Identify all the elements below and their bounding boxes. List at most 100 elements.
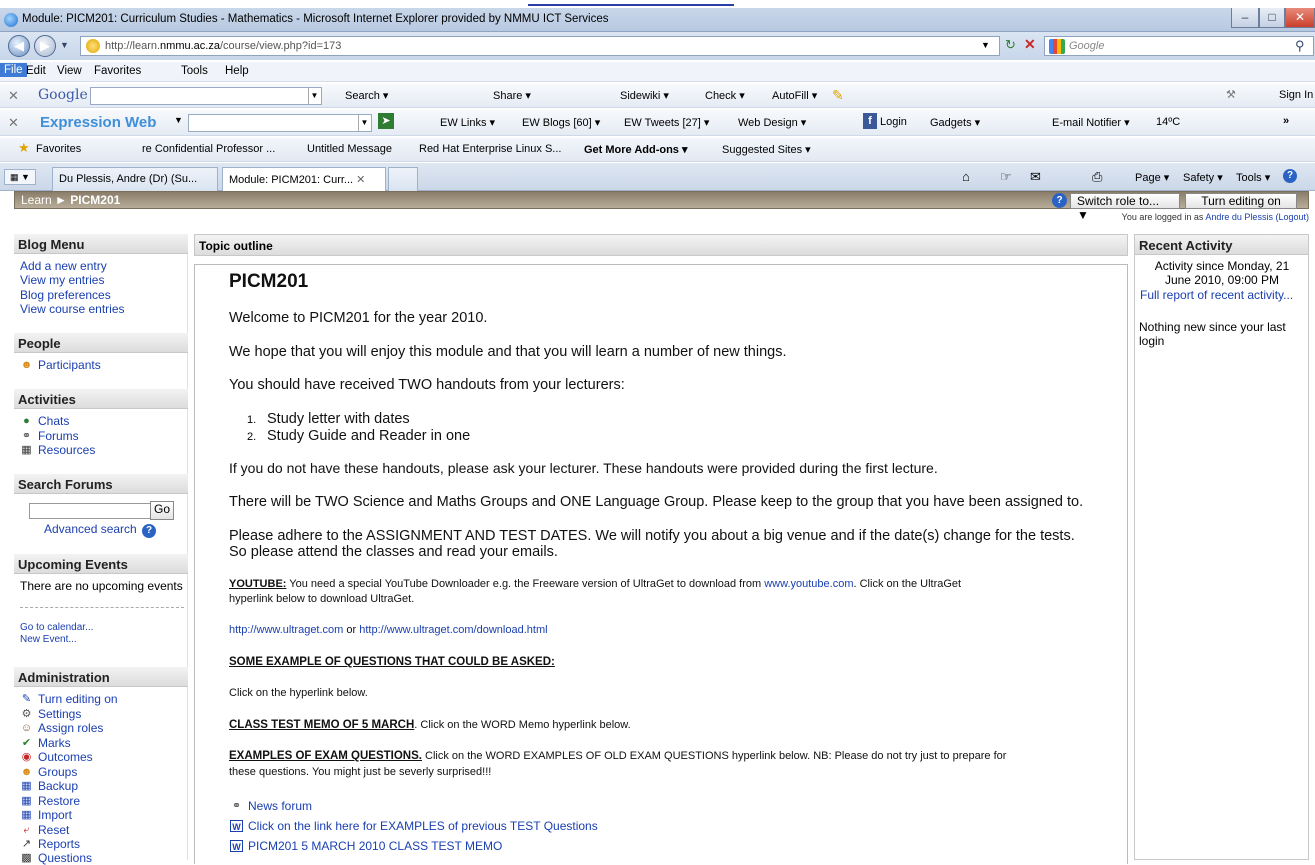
google-toolbar-input[interactable]: [90, 87, 322, 105]
google-share-button[interactable]: Share ▾: [493, 89, 531, 102]
print-icon[interactable]: ⎙: [1092, 169, 1102, 185]
favorite-link[interactable]: re Confidential Professor ...: [142, 143, 275, 155]
menu-tools[interactable]: Tools: [181, 65, 208, 77]
ew-tweets-menu[interactable]: EW Tweets [27] ▾: [624, 116, 709, 129]
suggested-sites[interactable]: Suggested Sites ▾: [722, 143, 811, 156]
menu-view[interactable]: View: [57, 65, 82, 77]
ultraget-link[interactable]: http://www.ultraget.com: [229, 624, 343, 636]
help-icon[interactable]: ?: [142, 524, 156, 538]
favorites-star-icon[interactable]: ★: [18, 140, 30, 156]
admin-restore-link[interactable]: Restore: [38, 794, 80, 808]
new-event-link[interactable]: New Event...: [20, 634, 77, 645]
favorites-button[interactable]: Favorites: [36, 143, 81, 155]
logged-in-user-link[interactable]: Andre du Plessis: [1205, 212, 1273, 222]
view-my-entries-link[interactable]: View my entries: [20, 273, 104, 287]
wrench-icon[interactable]: ⚒: [1226, 88, 1236, 101]
autofill-button[interactable]: AutoFill ▾: [772, 89, 817, 102]
favorite-link[interactable]: Red Hat Enterprise Linux S...: [419, 143, 561, 155]
turn-editing-on-button[interactable]: Turn editing on: [1185, 193, 1297, 209]
stop-icon[interactable]: ✕: [1024, 36, 1036, 53]
participants-link[interactable]: Participants: [38, 358, 101, 372]
feeds-icon[interactable]: ☞: [1000, 169, 1012, 185]
home-icon[interactable]: ⌂: [962, 169, 970, 184]
go-to-calendar-link[interactable]: Go to calendar...: [20, 622, 93, 633]
close-window-button[interactable]: ✕: [1285, 8, 1315, 28]
admin-reset-link[interactable]: Reset: [38, 823, 69, 837]
address-input[interactable]: http://learn.nmmu.ac.za/course/view.php?…: [80, 36, 1000, 56]
menu-file[interactable]: File: [0, 63, 27, 77]
forum-search-go-button[interactable]: Go: [150, 501, 174, 520]
ultraget-download-link[interactable]: http://www.ultraget.com/download.html: [359, 624, 547, 636]
minimize-button[interactable]: –: [1231, 8, 1259, 28]
menu-edit[interactable]: Edit: [26, 65, 46, 77]
full-report-link[interactable]: Full report of recent activity...: [1140, 288, 1306, 302]
login-button[interactable]: Login: [880, 116, 907, 128]
forums-link[interactable]: Forums: [38, 429, 79, 443]
view-course-entries-link[interactable]: View course entries: [20, 302, 125, 316]
search-input[interactable]: Google ⚲: [1044, 36, 1314, 56]
facebook-icon[interactable]: f: [863, 113, 877, 129]
admin-backup-link[interactable]: Backup: [38, 779, 78, 793]
google-sign-in[interactable]: Sign In: [1279, 89, 1313, 101]
admin-marks-link[interactable]: Marks: [38, 736, 71, 750]
youtube-link[interactable]: www.youtube.com: [764, 578, 853, 590]
check-button[interactable]: Check ▾: [705, 89, 745, 102]
ew-input-dropdown-icon[interactable]: ▼: [358, 115, 370, 131]
switch-role-help-icon[interactable]: ?: [1052, 193, 1067, 208]
ew-links-menu[interactable]: EW Links ▾: [440, 116, 495, 129]
expression-web-input[interactable]: [188, 114, 372, 132]
chats-link[interactable]: Chats: [38, 414, 69, 428]
tab-du-plessis[interactable]: Du Plessis, Andre (Dr) (Su...: [52, 167, 218, 191]
google-input-dropdown-icon[interactable]: ▼: [308, 88, 320, 104]
get-more-addons[interactable]: Get More Add-ons ▾: [584, 143, 688, 156]
email-notifier-menu[interactable]: E-mail Notifier ▾: [1052, 116, 1130, 129]
url-dropdown-icon[interactable]: ▼: [981, 40, 990, 50]
blog-preferences-link[interactable]: Blog preferences: [20, 288, 111, 302]
admin-import-link[interactable]: Import: [38, 808, 72, 822]
admin-reports-link[interactable]: Reports: [38, 837, 80, 851]
menu-help[interactable]: Help: [225, 65, 249, 77]
read-mail-icon[interactable]: ✉: [1030, 169, 1041, 185]
history-dropdown-icon[interactable]: ▼: [60, 40, 69, 50]
menu-favorites[interactable]: Favorites: [94, 65, 141, 77]
refresh-icon[interactable]: ↻: [1005, 37, 1016, 53]
news-forum-link[interactable]: News forum: [248, 799, 312, 813]
tab-module-picm201[interactable]: Module: PICM201: Curr... ✕: [222, 167, 386, 191]
logout-link[interactable]: (Logout): [1275, 212, 1309, 222]
resources-link[interactable]: Resources: [38, 443, 95, 457]
forum-search-input[interactable]: [29, 503, 151, 519]
admin-turn-editing-link[interactable]: Turn editing on: [38, 692, 118, 706]
test-examples-link[interactable]: Click on the link here for EXAMPLES of p…: [248, 819, 598, 833]
quick-tabs-icon[interactable]: ▦ ▼: [4, 169, 36, 185]
close-toolbar-icon[interactable]: ✕: [8, 88, 19, 104]
forward-button[interactable]: ▶: [34, 35, 56, 57]
advanced-search-link[interactable]: Advanced search: [44, 522, 137, 536]
gadgets-menu[interactable]: Gadgets ▾: [930, 116, 980, 129]
google-search-button[interactable]: Search ▾: [345, 89, 388, 102]
page-menu[interactable]: Page ▾: [1135, 171, 1169, 184]
more-chevron-icon[interactable]: »: [1283, 115, 1289, 127]
go-arrow-icon[interactable]: ➤: [378, 113, 394, 129]
close-tab-icon[interactable]: ✕: [356, 174, 365, 186]
favorite-link[interactable]: Untitled Message: [307, 143, 392, 155]
brand-dropdown-icon[interactable]: ▼: [174, 115, 183, 125]
safety-menu[interactable]: Safety ▾: [1183, 171, 1223, 184]
maximize-button[interactable]: □: [1259, 8, 1285, 28]
help-icon[interactable]: ?: [1283, 169, 1297, 183]
admin-assign-roles-link[interactable]: Assign roles: [38, 721, 103, 735]
web-design-menu[interactable]: Web Design ▾: [738, 116, 806, 129]
magnifier-icon[interactable]: ⚲: [1295, 38, 1305, 54]
tools-menu[interactable]: Tools ▾: [1236, 171, 1270, 184]
add-new-entry-link[interactable]: Add a new entry: [20, 259, 107, 273]
breadcrumb-learn[interactable]: Learn: [21, 193, 52, 207]
admin-groups-link[interactable]: Groups: [38, 765, 77, 779]
admin-settings-link[interactable]: Settings: [38, 707, 81, 721]
sidewiki-button[interactable]: Sidewiki ▾: [620, 89, 669, 102]
admin-questions-link[interactable]: Questions: [38, 851, 92, 865]
admin-outcomes-link[interactable]: Outcomes: [38, 750, 93, 764]
back-button[interactable]: ◀: [8, 35, 30, 57]
class-test-memo-link[interactable]: PICM201 5 MARCH 2010 CLASS TEST MEMO: [248, 839, 502, 853]
new-tab-button[interactable]: [388, 167, 418, 191]
ew-blogs-menu[interactable]: EW Blogs [60] ▾: [522, 116, 600, 129]
highlight-icon[interactable]: ✎: [832, 87, 844, 104]
